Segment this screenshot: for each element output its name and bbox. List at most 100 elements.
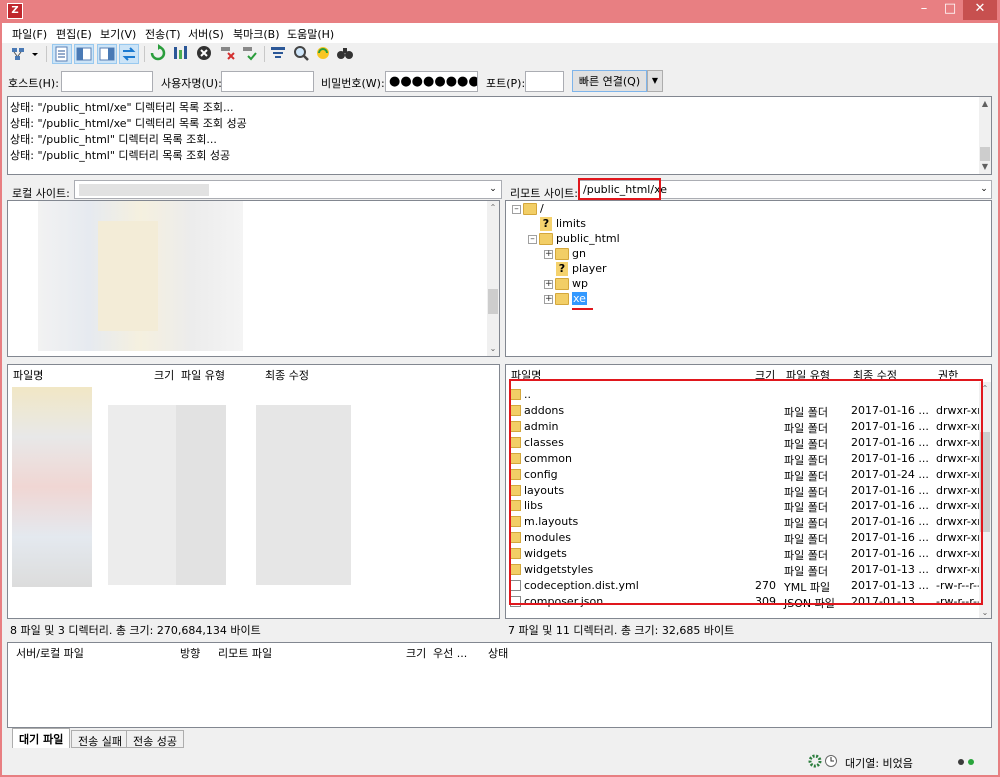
menu-edit[interactable]: 편집(E) [56, 26, 92, 42]
local-col-size[interactable]: 크기 [149, 365, 179, 382]
clock-icon [825, 755, 837, 767]
toggle-log-icon[interactable] [52, 44, 72, 64]
quickconnect-button[interactable]: 빠른 연결(Q) [572, 70, 647, 92]
folder-icon [555, 293, 569, 305]
log-line: 상태: "/public_html/xe" 디렉터리 목록 조회... [10, 101, 234, 114]
close-button[interactable]: ✕ [963, 0, 997, 20]
process-queue-icon[interactable] [172, 44, 192, 64]
scroll-thumb[interactable] [488, 289, 498, 314]
tab-failed[interactable]: 전송 실패 [71, 730, 129, 748]
search-icon[interactable] [292, 44, 312, 64]
remote-site-label: 리모트 사이트: [510, 187, 578, 200]
scroll-up-icon[interactable]: ▲ [979, 97, 991, 111]
port-input[interactable] [525, 71, 564, 92]
local-site-input[interactable] [74, 180, 502, 199]
quickconnect-dropdown-icon[interactable]: ▼ [647, 70, 663, 92]
refresh-icon[interactable] [149, 44, 169, 64]
scroll-down-icon[interactable]: ⌄ [979, 606, 991, 618]
folder-icon [539, 233, 553, 245]
host-input[interactable] [61, 71, 153, 92]
cancel-icon[interactable] [195, 44, 215, 64]
toggle-local-tree-icon[interactable] [74, 44, 94, 64]
sync-browse-icon[interactable] [314, 44, 334, 64]
site-manager-icon[interactable] [10, 44, 42, 64]
local-tree-scrollbar[interactable]: ⌃ ⌄ [487, 201, 499, 356]
local-col-name[interactable]: 파일명 [8, 365, 138, 382]
menu-view[interactable]: 보기(V) [100, 26, 136, 42]
username-input[interactable] [221, 71, 314, 92]
host-label: 호스트(H): [8, 77, 59, 90]
local-col-modified[interactable]: 최종 수정 [260, 365, 314, 382]
log-line: 상태: "/public_html" 디렉터리 목록 조회... [10, 133, 217, 146]
scroll-up-icon[interactable]: ⌃ [487, 201, 499, 215]
remote-status: 7 파일 및 11 디렉터리. 총 크기: 32,685 바이트 [508, 624, 735, 637]
folder-icon [555, 248, 569, 260]
port-label: 포트(P): [486, 77, 526, 90]
log-line: 상태: "/public_html/xe" 디렉터리 목록 조회 성공 [10, 117, 247, 130]
password-label: 비밀번호(W): [321, 77, 385, 90]
xe-underline [572, 308, 593, 310]
username-label: 사용자명(U): [161, 77, 222, 90]
tab-queued[interactable]: 대기 파일 [12, 728, 71, 748]
local-tree-pane: ⌃ ⌄ [7, 200, 500, 357]
menu-bookmarks[interactable]: 북마크(B) [233, 26, 280, 42]
menu-bar: 파일(F) 편집(E) 보기(V) 전송(T) 서버(S) 북마크(B) 도움말… [2, 23, 998, 43]
folder-icon [555, 278, 569, 290]
collapse-icon[interactable]: – [512, 205, 521, 214]
file-list-highlight [509, 379, 983, 605]
queue-col-priority[interactable]: 우선 ... [428, 643, 472, 660]
scroll-thumb[interactable] [980, 147, 990, 161]
quickconnect-bar: 호스트(H): 사용자명(U): 비밀번호(W): ●●●●●●●●●● 포트(… [2, 67, 998, 95]
local-col-type[interactable]: 파일 유형 [176, 365, 230, 382]
local-site-dropdown-icon[interactable]: ⌄ [486, 180, 500, 199]
local-file-list: 파일명 크기 파일 유형 최종 수정 [7, 364, 500, 619]
queue-status: 대기열: 비었음 [845, 757, 913, 770]
log-line: 상태: "/public_html" 디렉터리 목록 조회 성공 [10, 149, 231, 162]
filezilla-logo-icon: Z [7, 3, 23, 19]
queue-col-direction[interactable]: 방향 [175, 643, 205, 660]
menu-help[interactable]: 도움말(H) [287, 26, 334, 42]
disconnect-icon[interactable] [218, 44, 238, 64]
gear-icon [808, 754, 822, 768]
remote-tree-pane: – / ? limits – public_html + gn ? player [505, 200, 992, 357]
expand-icon[interactable]: + [544, 295, 553, 304]
menu-file[interactable]: 파일(F) [12, 26, 47, 42]
menu-transfer[interactable]: 전송(T) [145, 26, 181, 42]
queue-col-file[interactable]: 서버/로컬 파일 [11, 643, 89, 660]
menu-server[interactable]: 서버(S) [188, 26, 224, 42]
local-site-label: 로컬 사이트: [12, 187, 70, 200]
transfer-queue: 서버/로컬 파일 방향 리모트 파일 크기 우선 ... 상태 [7, 642, 992, 728]
status-light-icon [968, 759, 974, 765]
expand-icon[interactable]: + [544, 280, 553, 289]
queue-col-size[interactable]: 크기 [401, 643, 431, 660]
unknown-folder-icon: ? [556, 262, 568, 276]
tab-successful[interactable]: 전송 성공 [126, 730, 184, 748]
expand-icon[interactable]: + [544, 250, 553, 259]
toolbar [2, 43, 998, 65]
path-highlight [578, 178, 661, 200]
reconnect-icon[interactable] [240, 44, 260, 64]
collapse-icon[interactable]: – [528, 235, 537, 244]
status-light-icon [958, 759, 964, 765]
app-client: 파일(F) 편집(E) 보기(V) 전송(T) 서버(S) 북마크(B) 도움말… [2, 23, 998, 775]
password-input[interactable]: ●●●●●●●●●● [385, 71, 478, 92]
scroll-down-icon[interactable]: ▼ [979, 160, 991, 174]
unknown-folder-icon: ? [540, 217, 552, 231]
message-log: 상태: "/public_html/xe" 디렉터리 목록 조회... 상태: … [7, 96, 992, 175]
scroll-down-icon[interactable]: ⌄ [487, 342, 499, 356]
toggle-queue-icon[interactable] [119, 44, 139, 64]
queue-col-status[interactable]: 상태 [483, 643, 513, 660]
queue-col-remote[interactable]: 리모트 파일 [213, 643, 277, 660]
maximize-button[interactable]: □ [937, 0, 963, 20]
folder-icon [523, 203, 537, 215]
compare-dirs-icon[interactable] [336, 44, 356, 64]
status-bar: 대기열: 비었음 [2, 751, 998, 773]
title-bar: Z – □ ✕ [0, 0, 1000, 23]
app-window: Z – □ ✕ 파일(F) 편집(E) 보기(V) 전송(T) 서버(S) 북마… [0, 0, 1000, 777]
log-scrollbar[interactable]: ▲ ▼ [979, 97, 991, 174]
local-status: 8 파일 및 3 디렉터리. 총 크기: 270,684,134 바이트 [10, 624, 261, 637]
remote-site-dropdown-icon[interactable]: ⌄ [977, 180, 991, 199]
filter-icon[interactable] [269, 44, 289, 64]
minimize-button[interactable]: – [911, 0, 937, 20]
toggle-remote-tree-icon[interactable] [97, 44, 117, 64]
